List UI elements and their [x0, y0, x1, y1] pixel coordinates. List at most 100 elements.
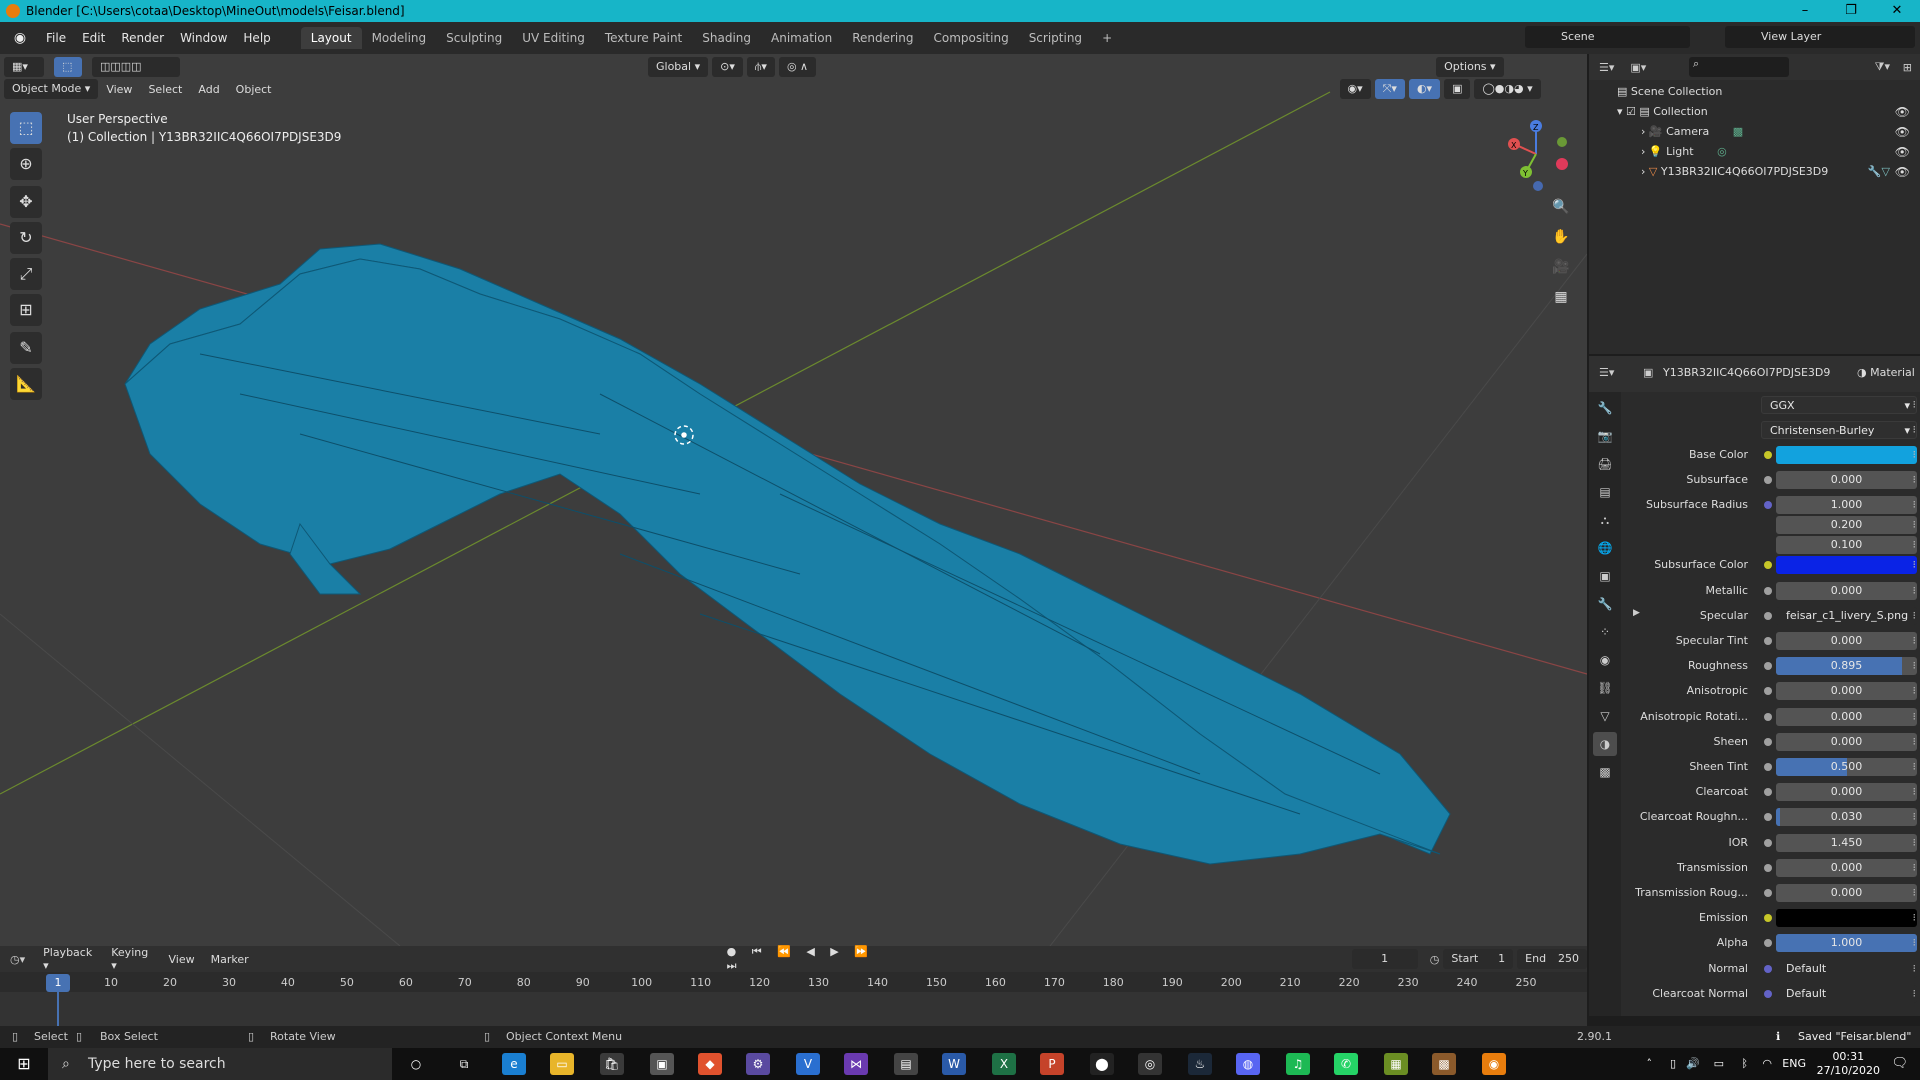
- socket-dot-icon[interactable]: [1764, 813, 1772, 822]
- windows-start-icon[interactable]: ⊞: [12, 1053, 36, 1075]
- add-workspace-button[interactable]: +: [1092, 27, 1122, 49]
- camera-view-icon[interactable]: 🎥: [1548, 254, 1574, 280]
- tab-layout[interactable]: Layout: [300, 27, 362, 49]
- viewport-menu-object[interactable]: Object: [228, 83, 280, 96]
- socket-dot-icon[interactable]: [1764, 687, 1772, 696]
- color-swatch-field[interactable]: [1776, 446, 1917, 464]
- volume-icon[interactable]: 🔊: [1686, 1057, 1700, 1070]
- socket-dot-icon[interactable]: [1764, 763, 1772, 771]
- excel-icon[interactable]: X: [992, 1053, 1016, 1075]
- timeline-view-menu[interactable]: View: [161, 953, 203, 966]
- options-button[interactable]: Options ▾: [1436, 57, 1504, 77]
- socket-dot-icon[interactable]: [1764, 561, 1772, 570]
- edge-icon[interactable]: e: [502, 1053, 526, 1075]
- number-slider-field[interactable]: 0.000: [1776, 884, 1917, 902]
- minimize-button[interactable]: –: [1782, 0, 1828, 22]
- more-icon[interactable]: ⁝: [1913, 760, 1917, 773]
- data-tab-icon[interactable]: ▽: [1593, 704, 1617, 728]
- measure-icon[interactable]: 📐: [10, 368, 42, 400]
- vscode-icon[interactable]: V: [796, 1053, 820, 1075]
- linked-input-field[interactable]: Default: [1776, 959, 1917, 978]
- more-icon[interactable]: ⁝: [1913, 634, 1917, 647]
- number-slider-field[interactable]: 1.000: [1776, 496, 1917, 515]
- transform-orientation-dropdown[interactable]: Global ▾: [648, 57, 709, 77]
- obs-icon[interactable]: ◎: [1138, 1053, 1162, 1075]
- socket-dot-icon[interactable]: [1764, 788, 1772, 797]
- more-icon[interactable]: ⁝: [1913, 538, 1917, 551]
- more-icon[interactable]: ⁝: [1913, 710, 1917, 723]
- 3d-viewport[interactable]: ▦▾ ⬚ ◫◫◫◫ Global ▾ ⊙▾ ⫛▾ ◎ ∧ Options ▾ O…: [0, 54, 1587, 946]
- menu-edit[interactable]: Edit: [74, 31, 113, 45]
- subsurface-method-dropdown[interactable]: Christensen-Burley ▾: [1761, 421, 1917, 439]
- modifier-tab-icon[interactable]: 🔧: [1593, 592, 1617, 616]
- number-slider-field[interactable]: 0.000: [1776, 783, 1917, 802]
- number-slider-field[interactable]: 0.200: [1776, 516, 1917, 535]
- more-icon[interactable]: ⁝: [1913, 518, 1917, 531]
- socket-dot-icon[interactable]: [1764, 662, 1772, 671]
- mode-dropdown[interactable]: Object Mode ▾: [4, 79, 99, 99]
- view-layer-tab-icon[interactable]: ▤: [1593, 480, 1617, 504]
- physics-tab-icon[interactable]: ◉: [1593, 648, 1617, 672]
- notifications-icon[interactable]: 🗨: [1891, 1056, 1908, 1071]
- word-icon[interactable]: W: [942, 1053, 966, 1075]
- socket-dot-icon[interactable]: [1764, 964, 1772, 973]
- timeline-keying-menu[interactable]: Keying ▾: [103, 946, 160, 972]
- more-icon[interactable]: ⁝: [1913, 810, 1917, 823]
- more-icon[interactable]: ⁝: [1913, 785, 1917, 798]
- scene-tab-icon[interactable]: ⛬: [1593, 508, 1617, 532]
- minecraft-icon[interactable]: ▦: [1384, 1053, 1408, 1075]
- whatsapp-icon[interactable]: ✆: [1334, 1053, 1358, 1075]
- playback-controls[interactable]: ● ⏮ ⏪ ◀ ▶ ⏩ ⏭: [727, 945, 882, 973]
- spotify-icon[interactable]: ♫: [1286, 1053, 1310, 1075]
- editor-type-button[interactable]: ▦▾: [4, 57, 44, 77]
- number-slider-field[interactable]: 0.000: [1776, 732, 1917, 751]
- transform-icon[interactable]: ⊞: [10, 294, 42, 326]
- powerpoint-icon[interactable]: P: [1040, 1053, 1064, 1075]
- socket-dot-icon[interactable]: [1764, 637, 1772, 645]
- end-frame-field[interactable]: End 250: [1517, 949, 1587, 969]
- network-icon[interactable]: ▭: [1714, 1057, 1724, 1070]
- number-slider-field[interactable]: 0.100: [1776, 536, 1917, 555]
- tab-texture-paint[interactable]: Texture Paint: [595, 27, 692, 49]
- distribution-dropdown[interactable]: GGX ▾: [1761, 396, 1917, 414]
- tray-arrow-icon[interactable]: ˄: [1647, 1057, 1653, 1070]
- discord-icon[interactable]: ◍: [1236, 1053, 1260, 1075]
- menu-render[interactable]: Render: [113, 31, 172, 45]
- socket-dot-icon[interactable]: [1764, 712, 1772, 721]
- pivot-point-dropdown[interactable]: ⊙▾: [712, 57, 743, 77]
- number-slider-field[interactable]: 1.000: [1776, 934, 1917, 953]
- expand-arrow-icon[interactable]: ▶: [1633, 608, 1640, 618]
- tab-compositing[interactable]: Compositing: [923, 27, 1018, 49]
- number-slider-field[interactable]: 0.000: [1776, 632, 1917, 650]
- number-slider-field[interactable]: 1.450: [1776, 833, 1917, 852]
- file-explorer-icon[interactable]: ▭: [550, 1053, 574, 1075]
- eye-icon[interactable]: 👁: [1895, 142, 1910, 162]
- outliner-search-input[interactable]: ⌕: [1689, 57, 1789, 77]
- outliner-item-camera[interactable]: › 🎥 Camera ▩ 👁: [1641, 122, 1920, 142]
- more-icon[interactable]: ⁝: [1913, 558, 1917, 571]
- outliner-item-light[interactable]: › 💡 Light ◎ 👁: [1641, 142, 1920, 162]
- navigation-gizmo[interactable]: Z X Y: [1496, 114, 1576, 194]
- more-icon[interactable]: ⁝: [1913, 498, 1917, 511]
- more-icon[interactable]: ⁝: [1913, 962, 1917, 975]
- menu-window[interactable]: Window: [172, 31, 235, 45]
- more-icon[interactable]: ⁝: [1913, 423, 1917, 436]
- scale-icon[interactable]: ⤢: [10, 258, 42, 290]
- linked-input-field[interactable]: Default: [1776, 984, 1917, 1003]
- app-icon[interactable]: ⬤: [1090, 1053, 1114, 1075]
- more-icon[interactable]: ⁝: [1913, 861, 1917, 874]
- number-slider-field[interactable]: 0.000: [1776, 682, 1917, 701]
- snap-toggle[interactable]: ⫛▾: [746, 57, 775, 77]
- more-icon[interactable]: ⁝: [1913, 886, 1917, 899]
- tab-modeling[interactable]: Modeling: [362, 27, 437, 49]
- more-icon[interactable]: ⁝: [1913, 684, 1917, 697]
- language-indicator[interactable]: ENG: [1782, 1057, 1806, 1070]
- wifi-icon[interactable]: ◠: [1762, 1057, 1772, 1070]
- more-icon[interactable]: ⁝: [1913, 936, 1917, 949]
- taskbar-search-box[interactable]: ⌕ Type here to search: [48, 1048, 392, 1080]
- proportional-edit-toggle[interactable]: ◎ ∧: [778, 57, 817, 77]
- socket-dot-icon[interactable]: [1764, 611, 1772, 620]
- socket-dot-icon[interactable]: [1764, 838, 1772, 847]
- task-view-icon[interactable]: ⧉: [452, 1053, 476, 1075]
- properties-editor-icon[interactable]: ☰▾: [1599, 366, 1614, 379]
